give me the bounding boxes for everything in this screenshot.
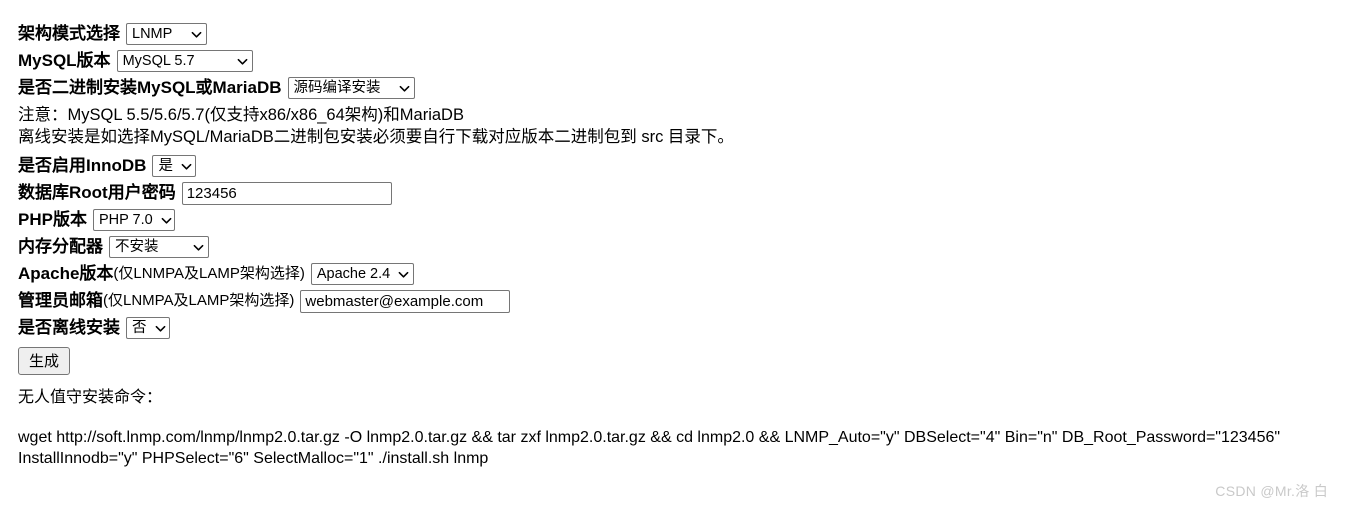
label-binary-install: 是否二进制安装MySQL或MariaDB	[18, 78, 282, 97]
label-mysql-version: MySQL版本	[18, 51, 111, 70]
label-architecture: 架构模式选择	[18, 24, 120, 43]
form-row-admin-email: 管理员邮箱 (仅LNMPA及LAMP架构选择)	[18, 289, 1350, 313]
chevron-down-icon	[155, 323, 166, 334]
label-admin-email: 管理员邮箱	[18, 291, 103, 310]
chevron-down-icon	[161, 215, 172, 226]
form-row-apache-version: Apache版本 (仅LNMPA及LAMP架构选择) Apache 2.4	[18, 262, 1350, 286]
lnmp-install-command-generator: 架构模式选择 LNMP MySQL版本 MySQL 5.7 是否二进制安装MyS…	[18, 22, 1350, 469]
chevron-down-icon	[398, 269, 409, 280]
label-admin-email-note: (仅LNMPA及LAMP架构选择)	[103, 292, 295, 309]
label-memory-allocator: 内存分配器	[18, 237, 103, 256]
select-memory-allocator[interactable]: 不安装	[109, 236, 209, 258]
select-architecture-value: LNMP	[132, 26, 173, 42]
form-row-memory-allocator: 内存分配器 不安装	[18, 235, 1350, 259]
select-php-version[interactable]: PHP 7.0	[92, 209, 175, 231]
select-mysql-version-value: MySQL 5.7	[122, 53, 195, 69]
form-row-mysql-version: MySQL版本 MySQL 5.7	[18, 49, 1350, 73]
label-php-version: PHP版本	[18, 210, 87, 229]
root-password-input[interactable]	[181, 181, 392, 205]
label-apache-version: Apache版本	[18, 264, 114, 283]
select-memory-allocator-value: 不安装	[115, 239, 159, 255]
label-offline-install: 是否离线安装	[18, 318, 120, 337]
generate-button-row: 生成	[18, 343, 1350, 375]
select-apache-version-value: Apache 2.4	[316, 266, 391, 282]
chevron-down-icon	[191, 29, 202, 40]
csdn-watermark: CSDN @Mr.洛 白	[1215, 483, 1328, 499]
select-offline-install[interactable]: 否	[126, 317, 170, 339]
select-binary-install[interactable]: 源码编译安装	[287, 77, 415, 99]
command-output-text: wget http://soft.lnmp.com/lnmp/lnmp2.0.t…	[18, 429, 1281, 467]
chevron-down-icon	[193, 242, 204, 253]
form-row-offline-install: 是否离线安装 否	[18, 316, 1350, 340]
form-row-architecture: 架构模式选择 LNMP	[18, 22, 1350, 46]
select-innodb[interactable]: 是	[152, 155, 197, 177]
form-row-innodb: 是否启用InnoDB 是	[18, 154, 1350, 178]
label-apache-version-note: (仅LNMPA及LAMP架构选择)	[113, 265, 305, 282]
label-root-password: 数据库Root用户密码	[18, 183, 176, 202]
select-innodb-value: 是	[158, 158, 173, 174]
command-title: 无人值守安装命令：	[18, 389, 163, 406]
admin-email-input[interactable]	[300, 289, 511, 313]
note-line-1: 注意：MySQL 5.5/5.6/5.7(仅支持x86/x86_64架构)和Ma…	[18, 106, 464, 124]
select-architecture[interactable]: LNMP	[126, 23, 207, 45]
generate-button[interactable]: 生成	[18, 347, 71, 375]
select-apache-version[interactable]: Apache 2.4	[310, 263, 414, 285]
form-row-root-password: 数据库Root用户密码	[18, 181, 1350, 205]
form-row-php-version: PHP版本 PHP 7.0	[18, 208, 1350, 232]
chevron-down-icon	[237, 56, 248, 67]
label-innodb: 是否启用InnoDB	[18, 156, 147, 175]
select-offline-install-value: 否	[132, 320, 147, 336]
form-row-binary-install: 是否二进制安装MySQL或MariaDB 源码编译安装	[18, 76, 1350, 100]
chevron-down-icon	[181, 161, 192, 172]
note-line-2: 离线安装是如选择MySQL/MariaDB二进制包安装必须要自行下载对应版本二进…	[18, 128, 734, 146]
select-mysql-version[interactable]: MySQL 5.7	[116, 50, 253, 72]
select-binary-install-value: 源码编译安装	[293, 80, 381, 96]
chevron-down-icon	[399, 83, 410, 94]
select-php-version-value: PHP 7.0	[98, 212, 153, 228]
